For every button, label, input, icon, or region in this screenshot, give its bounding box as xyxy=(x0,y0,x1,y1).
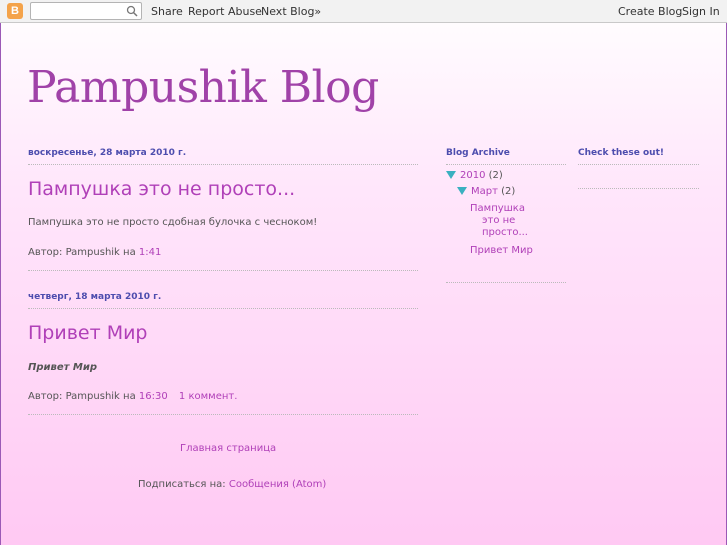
expand-triangle-icon[interactable] xyxy=(446,171,456,179)
post-body: Пампушка это не просто сдобная булочка с… xyxy=(28,217,318,228)
post-time-link[interactable]: 16:30 xyxy=(139,391,168,402)
archive-month-count: (2) xyxy=(501,186,516,197)
sign-in-link[interactable]: Sign In xyxy=(682,5,720,18)
archive-post-line[interactable]: просто... xyxy=(470,227,528,239)
divider xyxy=(446,164,566,165)
post-footer: Автор: Pampushik на 1:41 xyxy=(28,247,161,258)
post-date-header: четверг, 18 марта 2010 г. xyxy=(28,292,162,302)
archive-year-link[interactable]: 2010 xyxy=(460,170,485,181)
search-icon[interactable] xyxy=(126,5,138,17)
divider xyxy=(28,270,418,271)
author-name: Pampushik xyxy=(65,247,120,258)
archive-post-line[interactable]: Пампушка xyxy=(470,203,528,215)
archive-post-link[interactable]: Пампушка это не просто... xyxy=(470,203,528,239)
author-prefix: Автор: xyxy=(28,247,63,258)
post-date-header: воскресенье, 28 марта 2010 г. xyxy=(28,148,187,158)
blog-archive-title: Blog Archive xyxy=(446,148,510,158)
post-footer: Автор: Pampushik на 16:30 1 коммент. xyxy=(28,391,237,402)
subscribe-prefix: Подписаться на: xyxy=(138,479,226,490)
blog-title[interactable]: Pampushik Blog xyxy=(27,62,379,113)
report-abuse-link[interactable]: Report Abuse xyxy=(188,5,262,18)
archive-year-count: (2) xyxy=(488,170,503,181)
post-time-link[interactable]: 1:41 xyxy=(139,247,161,258)
divider xyxy=(446,282,566,283)
next-blog-link[interactable]: Next Blog» xyxy=(261,5,321,18)
home-page-link[interactable]: Главная страница xyxy=(180,443,276,454)
subscribe-atom-link[interactable]: Сообщения (Atom) xyxy=(229,479,326,490)
archive-month-link[interactable]: Март xyxy=(471,186,498,197)
blogger-logo-icon[interactable]: B xyxy=(7,3,23,19)
archive-year-item[interactable]: 2010 (2) xyxy=(446,170,503,181)
subscribe-line: Подписаться на: Сообщения (Atom) xyxy=(138,479,326,490)
post-title[interactable]: Привет Мир xyxy=(28,322,148,344)
archive-month-item[interactable]: Март (2) xyxy=(457,186,515,197)
archive-post-line[interactable]: это не xyxy=(470,215,528,227)
at-text: на xyxy=(123,391,136,402)
post-body: Привет Мир xyxy=(28,362,98,373)
comments-link[interactable]: 1 коммент. xyxy=(179,391,237,402)
divider xyxy=(28,164,418,165)
archive-post-link[interactable]: Привет Мир xyxy=(470,245,533,256)
author-name: Pampushik xyxy=(65,391,120,402)
divider xyxy=(28,414,418,415)
at-text: на xyxy=(123,247,136,258)
author-prefix: Автор: xyxy=(28,391,63,402)
blogger-navbar: B Share Report Abuse Next Blog» Create B… xyxy=(0,0,727,23)
share-link[interactable]: Share xyxy=(151,5,183,18)
post-title[interactable]: Пампушка это не просто... xyxy=(28,178,295,200)
links-section-title: Check these out! xyxy=(578,148,664,158)
divider xyxy=(578,188,699,189)
divider xyxy=(578,164,699,165)
expand-triangle-icon[interactable] xyxy=(457,187,467,195)
search-input[interactable] xyxy=(30,2,142,20)
create-blog-link[interactable]: Create Blog xyxy=(618,5,682,18)
divider xyxy=(28,308,418,309)
